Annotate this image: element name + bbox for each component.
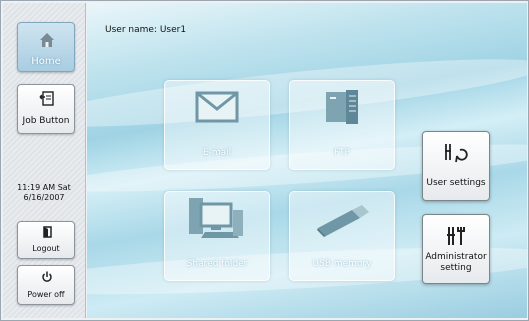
ftp-label: FTP (334, 148, 350, 158)
logout-label: Logout (32, 244, 60, 253)
clock: 11:19 AM Sat 6/16/2007 (3, 183, 85, 203)
administrator-setting-button[interactable]: Administrator setting (422, 214, 490, 284)
usb-memory-tile[interactable]: USB memory (289, 191, 395, 281)
administrator-setting-icon (447, 227, 465, 245)
shared-folder-label: Shared folder (186, 259, 248, 269)
clock-time: 11:19 AM (17, 183, 56, 192)
home-button[interactable]: Home (17, 22, 75, 72)
power-off-button[interactable]: Power off (17, 265, 75, 305)
email-label: E-mail (202, 148, 232, 158)
shared-folder-tile[interactable]: Shared folder (164, 191, 270, 281)
usb-memory-label: USB memory (312, 259, 372, 269)
power-icon (42, 271, 52, 282)
ftp-tile[interactable]: FTP (289, 80, 395, 170)
job-button[interactable]: Job Button (17, 84, 75, 134)
user-name-value: User1 (159, 25, 187, 35)
shared-folder-icon (189, 198, 243, 238)
window-frame: Home Job Button 11:19 AM Sat 6/16/2007 L… (0, 0, 529, 321)
sidebar: Home Job Button 11:19 AM Sat 6/16/2007 L… (3, 3, 86, 318)
administrator-setting-label: Administrator setting (423, 252, 489, 274)
user-settings-button[interactable]: User settings (422, 131, 490, 201)
job-button-label: Job Button (22, 116, 70, 126)
job-icon (39, 91, 54, 106)
envelope-icon (195, 91, 239, 123)
home-label: Home (31, 56, 61, 67)
administrator-setting-label-line1: Administrator (425, 252, 487, 262)
clock-day: Sat (57, 183, 71, 192)
email-tile[interactable]: E-mail (164, 80, 270, 170)
power-off-label: Power off (27, 290, 65, 299)
main-panel: User name: User1 E-mail FTP Shared folde… (87, 3, 527, 318)
user-settings-icon (445, 144, 468, 163)
administrator-setting-label-line2: setting (440, 263, 472, 273)
logout-icon (43, 226, 52, 238)
logout-button[interactable]: Logout (17, 221, 75, 259)
user-settings-label: User settings (426, 178, 486, 188)
ftp-server-icon (326, 90, 358, 124)
clock-date: 6/16/2007 (23, 193, 65, 202)
user-name: User name: User1 (105, 25, 186, 35)
home-icon (40, 33, 54, 47)
user-name-prefix: User name: (105, 25, 157, 35)
usb-drive-icon (317, 205, 369, 237)
